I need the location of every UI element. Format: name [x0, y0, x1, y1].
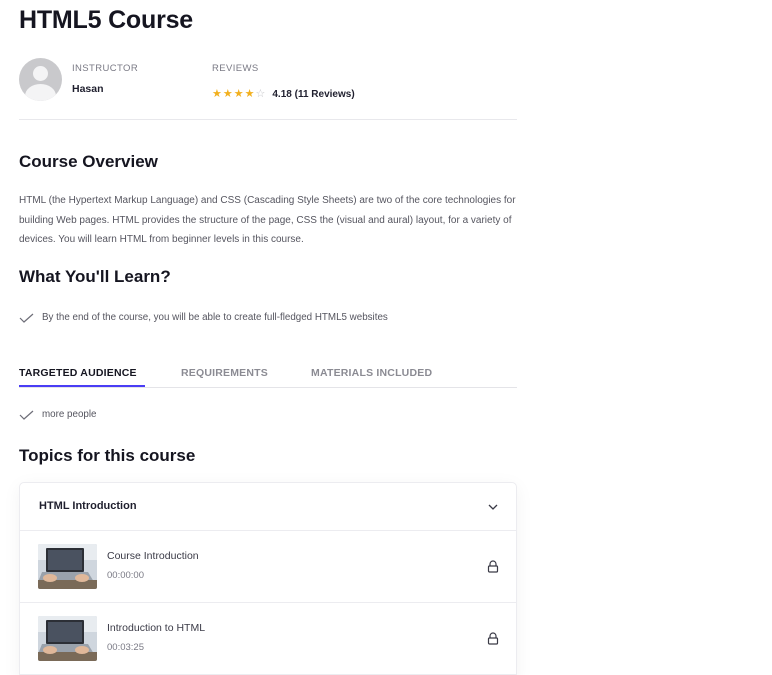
instructor-name[interactable]: Hasan [72, 83, 104, 95]
chevron-down-icon[interactable] [488, 503, 498, 511]
avatar-body [25, 84, 56, 101]
star-icon: ★ [212, 88, 222, 100]
lesson-name: Introduction to HTML [107, 622, 206, 634]
lesson-duration: 00:03:25 [107, 642, 144, 653]
check-icon [19, 313, 34, 323]
check-icon [19, 410, 34, 420]
lock-icon [487, 560, 499, 573]
course-info-tabs: TARGETED AUDIENCE REQUIREMENTS MATERIALS… [19, 364, 517, 388]
avatar-head [33, 66, 48, 81]
active-tab-indicator [19, 385, 145, 387]
rating-text: 4.18 (11 Reviews) [272, 89, 355, 100]
learn-item: By the end of the course, you will be ab… [19, 312, 388, 323]
learn-title: What You'll Learn? [19, 267, 171, 286]
audience-item: more people [19, 409, 96, 420]
topics-accordion: HTML Introduction Course Introduction 00… [19, 482, 517, 675]
audience-item-text: more people [42, 409, 97, 420]
section-header[interactable]: HTML Introduction [20, 483, 516, 531]
tab-materials-included[interactable]: MATERIALS INCLUDED [311, 367, 432, 379]
lesson-thumbnail [38, 544, 97, 589]
learn-item-text: By the end of the course, you will be ab… [42, 312, 388, 323]
lock-icon [487, 632, 499, 645]
tab-targeted-audience[interactable]: TARGETED AUDIENCE [19, 367, 137, 379]
star-icon: ★ [222, 88, 233, 100]
star-outline-icon: ☆ [255, 88, 266, 100]
lesson-item[interactable]: Introduction to HTML 00:03:25 [20, 603, 516, 675]
lesson-thumbnail [38, 616, 97, 661]
star-icon: ★ [233, 88, 244, 100]
lesson-item[interactable]: Course Introduction 00:00:00 [20, 531, 516, 603]
lesson-duration: 00:00:00 [107, 570, 144, 581]
instructor-avatar[interactable] [19, 58, 62, 101]
instructor-label: INSTRUCTOR [72, 63, 139, 74]
reviews-label: REVIEWS [212, 63, 259, 74]
tab-requirements[interactable]: REQUIREMENTS [181, 367, 268, 379]
course-meta: INSTRUCTOR Hasan REVIEWS ★ ★ ★ ★ ☆ 4.18 … [19, 55, 517, 120]
section-title: HTML Introduction [39, 500, 137, 512]
overview-title: Course Overview [19, 152, 158, 171]
rating: ★ ★ ★ ★ ☆ 4.18 (11 Reviews) [212, 88, 355, 101]
course-title: HTML5 Course [19, 6, 194, 34]
lesson-name: Course Introduction [107, 550, 199, 562]
topics-title: Topics for this course [19, 446, 196, 465]
overview-text: HTML (the Hypertext Markup Language) and… [19, 195, 516, 245]
star-icon: ★ [244, 88, 255, 100]
